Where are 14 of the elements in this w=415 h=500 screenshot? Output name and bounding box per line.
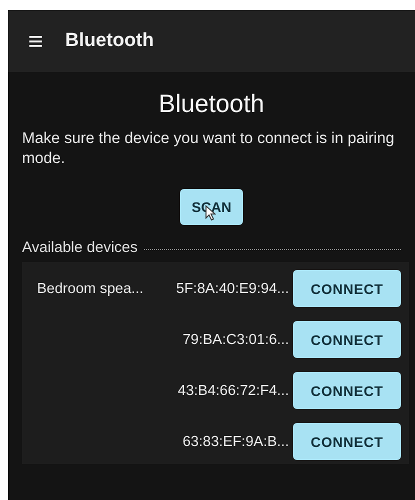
section-label: Available devices: [22, 239, 138, 256]
menu-button[interactable]: ≡: [28, 28, 44, 54]
device-address: 79:BA:C3:01:6...: [182, 332, 289, 348]
connect-button[interactable]: CONNECT: [293, 321, 401, 358]
device-address: 5F:8A:40:E9:94...: [176, 280, 289, 296]
connect-button[interactable]: CONNECT: [293, 372, 401, 409]
device-name: Bedroom spea...: [37, 280, 144, 296]
device-address: 43:B4:66:72:F4...: [178, 382, 289, 398]
connect-button[interactable]: CONNECT: [293, 270, 401, 307]
device-address: 63:83:EF:9A:B...: [182, 434, 289, 450]
app-bar-title: Bluetooth: [65, 30, 154, 52]
instructions-text: Make sure the device you want to connect is in pairing mode.: [22, 129, 396, 169]
page-heading: Bluetooth: [158, 90, 266, 119]
connect-button[interactable]: CONNECT: [293, 423, 401, 460]
